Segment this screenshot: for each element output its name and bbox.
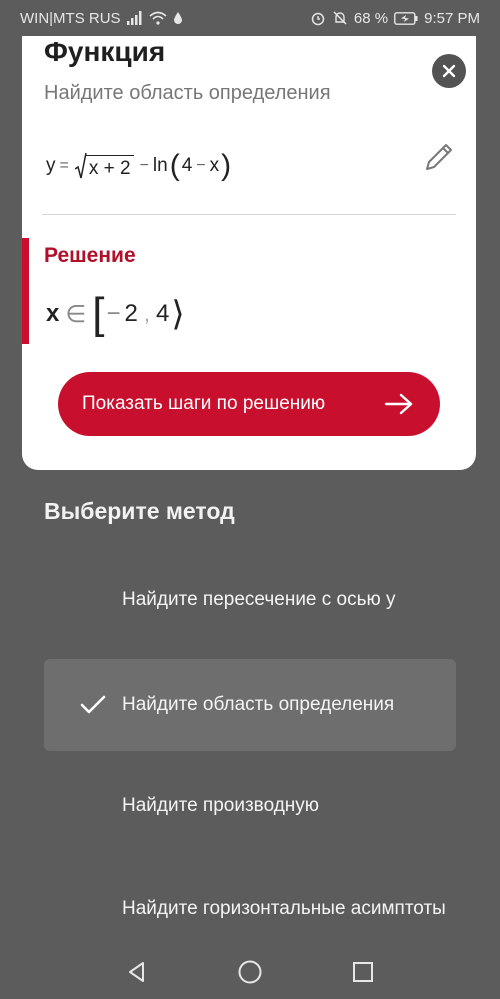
system-nav-bar — [0, 944, 500, 999]
formula-minus: − — [139, 157, 149, 174]
nav-back-button[interactable] — [117, 952, 157, 992]
solution-answer: x ∈ [ − 2 , 4 ⟩ — [46, 286, 185, 342]
formula-equals: = — [59, 157, 69, 174]
edit-button[interactable] — [422, 140, 456, 178]
ln-arg-a: 4 — [181, 155, 193, 176]
interval-high: 4 — [156, 300, 170, 327]
recents-icon — [353, 961, 374, 982]
check-icon — [80, 695, 106, 714]
method-item-domain[interactable]: Найдите область определения — [44, 659, 456, 751]
ln-arg-b: x — [209, 155, 220, 176]
show-steps-button[interactable]: Показать шаги по решению — [58, 372, 440, 436]
battery-icon — [394, 11, 418, 25]
nav-recents-button[interactable] — [343, 952, 383, 992]
solution-accent-bar — [22, 238, 29, 344]
interval-sign: − — [106, 300, 121, 327]
close-icon — [442, 64, 456, 78]
mute-icon — [332, 10, 348, 26]
method-item-label: Найдите производную — [122, 795, 320, 816]
battery-percent: 68 % — [353, 9, 389, 27]
method-item-y-intercept[interactable]: Найдите пересечение с осью y — [44, 554, 456, 646]
back-icon — [128, 961, 144, 982]
wifi-icon — [149, 11, 167, 25]
formula-lhs: y — [46, 155, 56, 176]
arrow-right-icon — [384, 393, 413, 415]
carrier-label: WIN|MTS RUS — [20, 9, 121, 27]
ln-arg-op: − — [196, 157, 206, 174]
interval-close-bracket: ⟩ — [171, 295, 185, 333]
signal-icon — [126, 11, 143, 25]
method-item-derivative[interactable]: Найдите производную — [44, 760, 456, 852]
ln-operator: ln — [152, 155, 168, 176]
function-card: Функция Найдите область определения y = … — [22, 22, 476, 470]
home-icon — [238, 960, 262, 983]
radicand: x + 2 — [85, 155, 134, 180]
method-item-horizontal-asymptotes[interactable]: Найдите горизонтальные асимптоты — [44, 884, 456, 944]
show-steps-label: Показать шаги по решению — [82, 393, 326, 414]
card-subtitle: Найдите область определения — [44, 82, 331, 104]
method-item-label: Найдите пересечение с осью y — [122, 589, 396, 610]
nav-home-button[interactable] — [230, 952, 270, 992]
interval-open-bracket: [ — [92, 289, 105, 338]
function-formula: y = x + 2 − ln ( 4 − x ) — [46, 149, 232, 182]
pencil-icon — [426, 144, 452, 170]
clock: 9:57 PM — [424, 9, 480, 27]
answer-variable: x — [46, 300, 60, 327]
solution-heading: Решение — [44, 244, 136, 267]
interval-comma: , — [143, 301, 150, 326]
method-item-label: Найдите горизонтальные асимптоты — [122, 898, 446, 919]
divider — [42, 214, 456, 215]
data-drop-icon — [173, 11, 183, 25]
alarm-icon — [310, 10, 326, 26]
method-item-label: Найдите область определения — [122, 694, 395, 715]
element-of-symbol: ∈ — [65, 300, 87, 328]
sqrt-expression: x + 2 — [74, 152, 134, 180]
card-title: Функция — [44, 36, 166, 67]
status-bar: WIN|MTS RUS 68 % 9:57 PM — [0, 0, 500, 36]
method-section-title: Выберите метод — [44, 498, 235, 524]
interval-low: 2 — [124, 300, 138, 327]
close-button[interactable] — [432, 54, 466, 88]
